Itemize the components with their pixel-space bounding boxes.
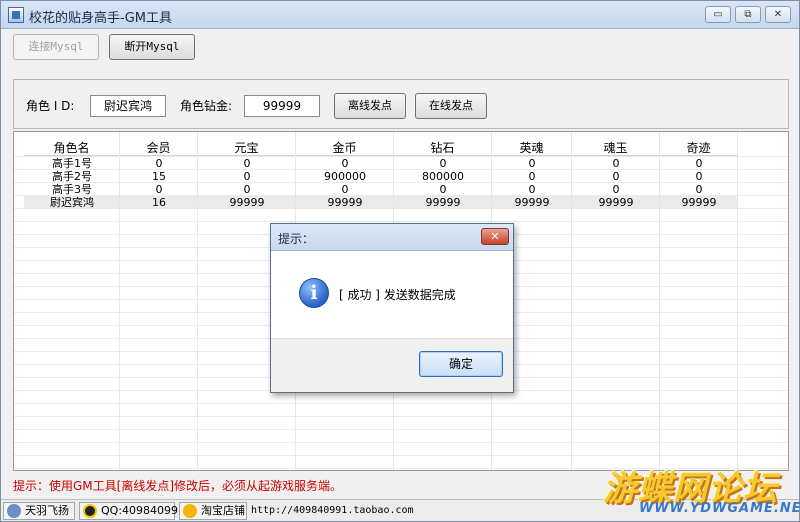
table-cell: 0 xyxy=(439,183,447,196)
user-icon xyxy=(7,504,21,518)
table-cell: 0 xyxy=(155,183,163,196)
window-title: 校花的贴身高手-GM工具 xyxy=(29,11,172,26)
watermark-logo: 游蝶网论坛 WWW.YDWGAME.NET xyxy=(597,461,800,522)
table-row-selected[interactable]: 尉迟宾鸿 16 99999 99999 99999 99999 99999 99… xyxy=(24,196,738,209)
status-panel-author: 天羽飞扬 xyxy=(3,502,75,520)
table-cell: 0 xyxy=(528,157,536,170)
column-header[interactable]: 奇迹 xyxy=(660,141,738,156)
table-cell: 800000 xyxy=(422,170,464,183)
role-id-input[interactable]: 尉迟宾鸿 xyxy=(90,95,166,117)
shop-text: 淘宝店铺 xyxy=(201,504,245,517)
status-panel-qq: QQ:409840991 xyxy=(79,502,185,520)
grid-row-line xyxy=(14,455,788,456)
table-cell: 0 xyxy=(695,157,703,170)
offline-send-button[interactable]: 离线发点 xyxy=(334,93,406,119)
table-row[interactable]: 高手3号 0 0 0 0 0 0 0 xyxy=(24,183,738,196)
grid-column-line xyxy=(119,132,120,470)
dialog-close-button[interactable]: ✕ xyxy=(481,228,509,245)
table-cell: 0 xyxy=(528,183,536,196)
grid-column-line xyxy=(571,132,572,470)
table-cell: 900000 xyxy=(324,170,366,183)
table-cell: 0 xyxy=(243,183,251,196)
message-dialog: 提示： ✕ i [ 成功 ] 发送数据完成 确定 xyxy=(270,223,514,393)
table-cell: 0 xyxy=(695,183,703,196)
table-row[interactable]: 高手2号 15 0 900000 800000 0 0 0 xyxy=(24,170,738,183)
dialog-title: 提示： xyxy=(278,232,315,246)
table-cell: 0 xyxy=(612,157,620,170)
diamond-label: 角色钻金: xyxy=(180,99,233,113)
table-cell: 99999 xyxy=(425,196,461,209)
app-icon xyxy=(8,7,24,23)
dialog-title-bar[interactable]: 提示： ✕ xyxy=(271,224,513,251)
grid-column-line xyxy=(197,132,198,470)
column-header[interactable]: 魂玉 xyxy=(572,141,660,156)
info-icon: i xyxy=(299,278,329,308)
grid-row-line xyxy=(14,442,788,443)
close-button[interactable]: ✕ xyxy=(765,6,791,23)
table-cell: 0 xyxy=(155,157,163,170)
table-cell: 高手3号 xyxy=(52,183,92,196)
role-id-label: 角色 I D: xyxy=(26,99,75,113)
diamond-input[interactable]: 99999 xyxy=(244,95,320,117)
title-bar[interactable]: 校花的贴身高手-GM工具 ▭ ⧉ ✕ xyxy=(1,1,799,29)
table-cell: 99999 xyxy=(681,196,717,209)
status-panel-shop: 淘宝店铺 xyxy=(179,502,247,520)
watermark-url: WWW.YDWGAME.NET xyxy=(639,501,800,516)
main-window: 校花的贴身高手-GM工具 ▭ ⧉ ✕ 连接Mysql 断开Mysql 角色 I … xyxy=(0,0,800,522)
maximize-button[interactable]: ⧉ xyxy=(735,6,761,23)
grid-column-line xyxy=(737,132,738,470)
grid-column-line xyxy=(659,132,660,470)
table-cell: 高手2号 xyxy=(52,170,92,183)
disconnect-mysql-button[interactable]: 断开Mysql xyxy=(109,34,195,60)
table-cell: 99999 xyxy=(327,196,363,209)
connect-mysql-button[interactable]: 连接Mysql xyxy=(13,34,99,60)
table-cell: 0 xyxy=(243,157,251,170)
shop-url[interactable]: http://409840991.taobao.com xyxy=(251,503,414,519)
table-row[interactable]: 高手1号 0 0 0 0 0 0 0 xyxy=(24,157,738,170)
grid-row-line xyxy=(14,416,788,417)
table-cell: 尉迟宾鸿 xyxy=(50,196,94,209)
column-header[interactable]: 金币 xyxy=(296,141,394,156)
grid-row-line xyxy=(14,429,788,430)
table-cell: 0 xyxy=(695,170,703,183)
author-text: 天羽飞扬 xyxy=(25,504,69,517)
table-cell: 0 xyxy=(341,157,349,170)
penguin-icon xyxy=(83,504,97,518)
table-cell: 0 xyxy=(612,170,620,183)
send-points-group: 角色 I D: 尉迟宾鸿 角色钻金: 99999 离线发点 在线发点 xyxy=(13,79,789,129)
chat-bubble-icon xyxy=(183,504,197,518)
qq-text: QQ:409840991 xyxy=(101,504,186,517)
grid-row-line xyxy=(14,403,788,404)
hint-text: 提示：使用GM工具[离线发点]修改后，必须从起游戏服务端。 xyxy=(13,479,343,493)
minimize-button[interactable]: ▭ xyxy=(705,6,731,23)
table-cell: 0 xyxy=(243,170,251,183)
dialog-message: [ 成功 ] 发送数据完成 xyxy=(339,288,456,302)
dialog-body: i [ 成功 ] 发送数据完成 xyxy=(271,252,513,338)
column-header[interactable]: 会员 xyxy=(120,141,198,156)
grid-header: 角色名 会员 元宝 金币 钻石 英魂 魂玉 奇迹 xyxy=(24,141,738,156)
table-cell: 99999 xyxy=(598,196,634,209)
column-header[interactable]: 元宝 xyxy=(198,141,296,156)
table-cell: 高手1号 xyxy=(52,157,92,170)
table-cell: 15 xyxy=(152,170,166,183)
table-cell: 0 xyxy=(439,157,447,170)
grid-row-line xyxy=(14,221,788,222)
table-cell: 0 xyxy=(612,183,620,196)
table-cell: 0 xyxy=(341,183,349,196)
column-header[interactable]: 角色名 xyxy=(24,141,120,156)
dialog-footer: 确定 xyxy=(271,338,513,392)
table-cell: 16 xyxy=(152,196,166,209)
table-cell: 99999 xyxy=(514,196,550,209)
column-header[interactable]: 英魂 xyxy=(492,141,572,156)
column-header[interactable]: 钻石 xyxy=(394,141,492,156)
table-cell: 0 xyxy=(528,170,536,183)
ok-button[interactable]: 确定 xyxy=(419,351,503,377)
online-send-button[interactable]: 在线发点 xyxy=(415,93,487,119)
table-cell: 99999 xyxy=(229,196,265,209)
